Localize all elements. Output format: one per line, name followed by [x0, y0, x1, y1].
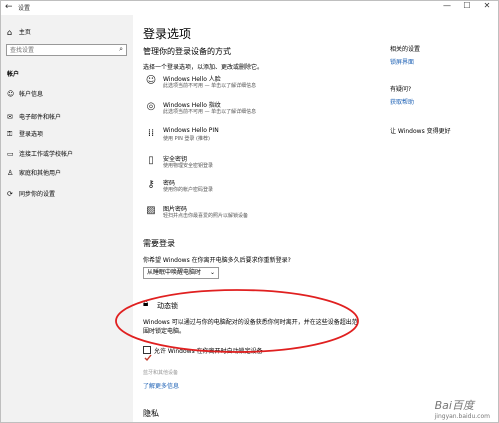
section-heading-dynamic-lock: 动态锁 [157, 302, 178, 310]
sidebar-item-label: 登录选项 [19, 131, 44, 138]
window-title: 设置 [18, 5, 31, 12]
picture-icon: ▨ [146, 205, 156, 216]
sidebar-item-label: 电子邮件和帐户 [19, 114, 62, 121]
search-icon[interactable]: ⌕ [119, 45, 123, 54]
chevron-down-icon: ⌄ [209, 269, 215, 276]
pin-icon: ⁞⁞ [147, 128, 155, 139]
checkmark-icon [144, 354, 152, 362]
option-desc: 使用 PIN 登录 (推荐) [163, 136, 210, 142]
title-bar: ← 设置 — ☐ ✕ [1, 1, 498, 15]
sidebar-item-account-info[interactable]: ☺ 帐户信息 [7, 88, 43, 100]
home-nav-item[interactable]: ⌂ 主页 [7, 27, 31, 37]
sidebar-item-label: 连接工作或学校帐户 [19, 151, 74, 158]
dropdown-value: 从睡眠中唤醒电脑时 [147, 269, 202, 276]
sidebar-item-sign-in-options[interactable]: ⚿ 登录选项 [7, 128, 43, 140]
get-help-link[interactable]: 获取帮助 [390, 97, 414, 106]
page-title: 登录选项 [143, 27, 192, 41]
close-button[interactable]: ✕ [477, 1, 497, 10]
section-heading-privacy: 隐私 [143, 409, 159, 418]
bluetooth-link[interactable]: 蓝牙和其他设备 [143, 369, 178, 376]
sidebar-item-sync[interactable]: ⟳ 同步你的设置 [7, 188, 55, 200]
section-heading-manage: 管理你的登录设备的方式 [143, 47, 231, 56]
search-box[interactable]: ⌕ [6, 44, 127, 56]
improve-windows-heading: 让 Windows 变得更好 [390, 128, 451, 135]
dynamic-lock-icon: 🔒︎ [143, 298, 149, 309]
sidebar: ⌂ 主页 ⌕ 帐户 ☺ 帐户信息 ✉ 电子邮件和帐户 ⚿ 登录选项 ▭ 连接工作或学校帐… [1, 15, 133, 422]
password-key-icon: ⚷ [147, 179, 155, 190]
sidebar-item-label: 帐户信息 [19, 91, 44, 98]
related-settings-heading: 相关的设置 [390, 46, 421, 53]
learn-more-link[interactable]: 了解更多信息 [143, 381, 179, 390]
dynamic-lock-checkbox-label[interactable]: 允许 Windows 在你离开时自动锁定设备 [154, 346, 263, 355]
fingerprint-icon: ◎ [146, 101, 156, 112]
back-arrow-icon[interactable]: ← [5, 2, 13, 12]
settings-window: ← 设置 — ☐ ✕ ⌂ 主页 ⌕ 帐户 ☺ 帐户信息 ✉ 电子邮件和帐户 ⚿ 登录选… [0, 0, 499, 423]
home-label: 主页 [18, 29, 31, 36]
face-icon: ☺ [145, 75, 157, 86]
lock-screen-link[interactable]: 锁屏界面 [390, 57, 414, 66]
sync-icon: ⟳ [7, 190, 13, 198]
question-heading: 有疑问? [390, 86, 412, 93]
usb-key-icon: ▯ [148, 155, 154, 166]
sidebar-item-family[interactable]: ♙ 家庭和其他用户 [7, 167, 61, 179]
search-input[interactable] [10, 45, 110, 55]
intro-text: 选择一个登录选项，以添加、更改或删除它。 [143, 64, 264, 71]
sidebar-section-title: 帐户 [7, 71, 20, 78]
dynamic-lock-description: Windows 可以通过与你的电脑配对的设备获悉你何时离开，并在这些设备超出范围… [143, 319, 358, 335]
baidu-watermark-logo: Bai百度 jingyan.baidu.com [435, 397, 490, 420]
sidebar-item-label: 同步你的设置 [19, 191, 56, 198]
sidebar-item-label: 家庭和其他用户 [19, 170, 62, 177]
watermark-url: jingyan.baidu.com [434, 413, 490, 420]
option-title: Windows Hello PIN [163, 127, 219, 134]
option-desc: 轻扫并点击你最喜爱的照片以解锁设备 [163, 213, 249, 219]
dynamic-lock-checkbox[interactable] [143, 346, 152, 362]
briefcase-icon: ▭ [7, 150, 14, 158]
people-icon: ♙ [7, 169, 14, 177]
maximize-button[interactable]: ☐ [457, 1, 477, 10]
user-icon: ☺ [7, 90, 15, 98]
require-signin-dropdown[interactable]: 从睡眠中唤醒电脑时 ⌄ [143, 267, 219, 279]
home-icon: ⌂ [7, 28, 13, 37]
minimize-button[interactable]: — [437, 1, 457, 10]
sidebar-item-work-school[interactable]: ▭ 连接工作或学校帐户 [7, 148, 73, 160]
option-desc: 此选项当前不可用 — 单击以了解详细信息 [163, 83, 257, 89]
option-desc: 此选项当前不可用 — 单击以了解详细信息 [163, 109, 257, 115]
option-desc: 使用你的帐户密码登录 [163, 187, 214, 193]
watermark-brand: Bai百度 [434, 399, 474, 412]
mail-icon: ✉ [7, 113, 13, 121]
sidebar-item-email[interactable]: ✉ 电子邮件和帐户 [7, 111, 61, 123]
section-heading-require: 需要登录 [143, 239, 175, 248]
key-icon: ⚿ [7, 130, 13, 138]
require-question: 你希望 Windows 在你离开电脑多久后要求你重新登录? [143, 257, 291, 264]
option-desc: 使用物理安全密钥登录 [163, 163, 214, 169]
